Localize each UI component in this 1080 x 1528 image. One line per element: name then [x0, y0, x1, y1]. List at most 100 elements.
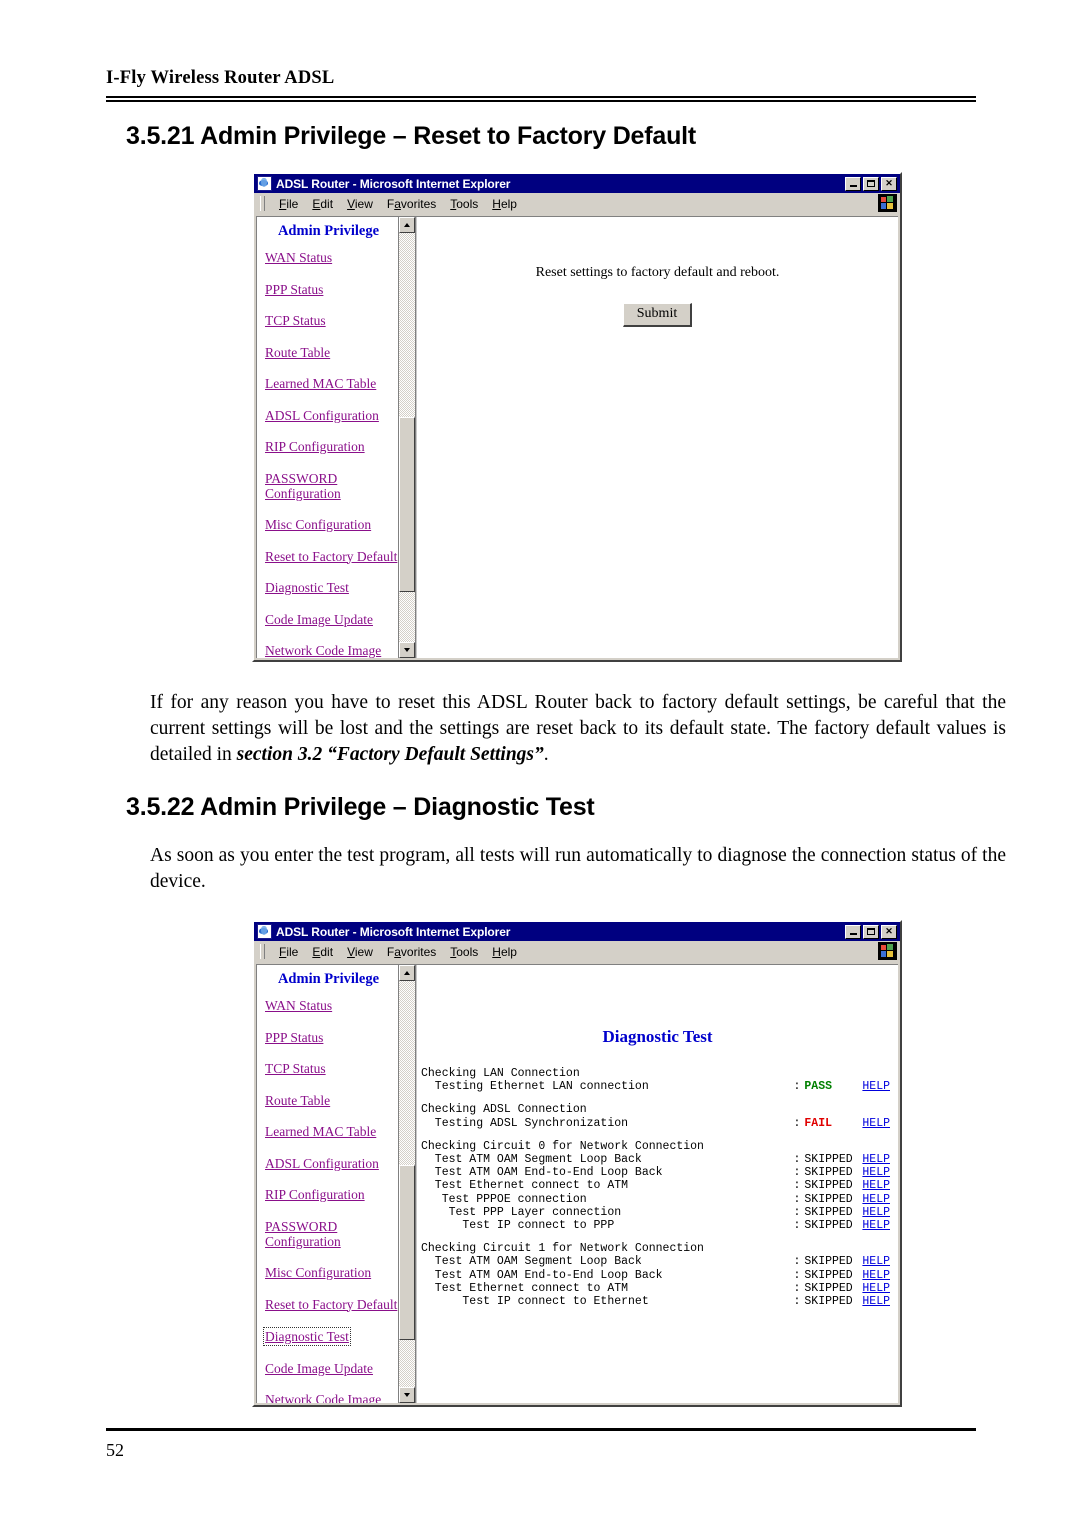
help-link[interactable]: HELP	[862, 1295, 890, 1308]
window-title: ADSL Router - Microsoft Internet Explore…	[276, 176, 511, 191]
sidebar-item-wan-status[interactable]: WAN Status	[265, 998, 398, 1013]
document-page: I-Fly Wireless Router ADSL 3.5.21 Admin …	[0, 0, 1080, 1528]
sidebar-item-network-code-image[interactable]: Network Code Image	[265, 1392, 398, 1403]
paragraph-reset-emphasis: section 3.2 “Factory Default Settings”	[236, 744, 544, 765]
log-row-result: SKIPPED	[804, 1153, 853, 1167]
log-row-result: SKIPPED	[804, 1268, 853, 1282]
scroll-up-arrow-icon[interactable]	[399, 217, 415, 233]
help-link[interactable]: HELP	[862, 1269, 890, 1282]
log-row-result: PASS	[804, 1080, 832, 1094]
section-heading-diagnostic: 3.5.22 Admin Privilege – Diagnostic Test	[126, 793, 595, 821]
nav-frame: Admin Privilege WAN Status PPP Status TC…	[257, 965, 398, 1403]
sidebar-item-network-code-image[interactable]: Network Code Image	[265, 643, 398, 658]
running-head: I-Fly Wireless Router ADSL	[106, 68, 335, 88]
sidebar-item-adsl-configuration[interactable]: ADSL Configuration	[265, 408, 398, 423]
log-row-result: SKIPPED	[804, 1192, 853, 1206]
section-heading-reset: 3.5.21 Admin Privilege – Reset to Factor…	[126, 122, 697, 150]
scroll-down-arrow-icon[interactable]	[399, 1387, 415, 1403]
log-row: Test ATM OAM Segment Loop Back: SKIPPED HE…	[421, 1255, 890, 1268]
menu-item-tools[interactable]: Tools	[443, 944, 485, 960]
help-link[interactable]: HELP	[862, 1206, 890, 1219]
menu-item-help[interactable]: Help	[485, 944, 524, 960]
scrollbar-thumb[interactable]	[399, 1165, 415, 1340]
menu-item-file[interactable]: File	[272, 944, 305, 960]
log-row-result: SKIPPED	[804, 1255, 853, 1269]
sidebar-item-tcp-status[interactable]: TCP Status	[265, 1061, 398, 1076]
sidebar-item-password-configuration[interactable]: PASSWORD Configuration	[265, 471, 370, 501]
sidebar-item-misc-configuration[interactable]: Misc Configuration	[265, 517, 398, 532]
sidebar-item-code-image-update[interactable]: Code Image Update	[265, 612, 398, 627]
help-link[interactable]: HELP	[862, 1255, 890, 1268]
paragraph-reset: If for any reason you have to reset this…	[150, 690, 1006, 768]
help-link[interactable]: HELP	[862, 1117, 890, 1130]
help-link[interactable]: HELP	[862, 1080, 890, 1093]
sidebar-item-adsl-configuration[interactable]: ADSL Configuration	[265, 1156, 398, 1171]
menu-item-view[interactable]: View	[340, 944, 380, 960]
minimize-button[interactable]	[845, 924, 861, 939]
sidebar-item-route-table[interactable]: Route Table	[265, 345, 398, 360]
sidebar-item-diagnostic-test[interactable]: Diagnostic Test	[263, 1327, 351, 1346]
menu-item-edit[interactable]: Edit	[305, 944, 340, 960]
nav-title: Admin Privilege	[277, 223, 380, 239]
help-link[interactable]: HELP	[862, 1153, 890, 1166]
sidebar-item-code-image-update[interactable]: Code Image Update	[265, 1361, 398, 1376]
help-link[interactable]: HELP	[862, 1282, 890, 1295]
sidebar-item-ppp-status[interactable]: PPP Status	[265, 1030, 398, 1045]
close-icon[interactable]	[881, 924, 897, 939]
help-link[interactable]: HELP	[862, 1166, 890, 1179]
log-group: Checking ADSL Connection Testing ADSL Sy…	[421, 1103, 890, 1129]
sidebar-item-learned-mac-table[interactable]: Learned MAC Table	[265, 376, 398, 391]
menu-item-favorites[interactable]: Favorites	[380, 196, 443, 212]
scroll-up-arrow-icon[interactable]	[399, 965, 415, 981]
sidebar-item-rip-configuration[interactable]: RIP Configuration	[265, 439, 398, 454]
log-row: Testing Ethernet LAN connection: PASS HELP	[421, 1080, 890, 1093]
log-row-result: SKIPPED	[804, 1179, 853, 1193]
sidebar-item-wan-status[interactable]: WAN Status	[265, 250, 398, 265]
help-link[interactable]: HELP	[862, 1179, 890, 1192]
log-row-colon: :	[793, 1116, 801, 1130]
sidebar-item-reset-to-factory-default[interactable]: Reset to Factory Default	[265, 549, 398, 564]
log-row-colon: :	[793, 1205, 801, 1219]
help-link[interactable]: HELP	[862, 1219, 890, 1232]
scroll-down-arrow-icon[interactable]	[399, 642, 415, 658]
restore-button[interactable]	[863, 924, 879, 939]
menu-item-favorites[interactable]: Favorites	[380, 944, 443, 960]
paragraph-reset-tail: .	[543, 744, 549, 765]
content-frame-diagnostic: Diagnostic Test Checking LAN Connection …	[416, 965, 898, 1403]
log-group: Checking Circuit 0 for Network Connectio…	[421, 1140, 890, 1232]
menu-grip[interactable]	[260, 196, 265, 211]
menu-item-help[interactable]: Help	[485, 196, 524, 212]
log-row-label: Testing Ethernet LAN connection	[421, 1080, 649, 1094]
sidebar-item-password-configuration[interactable]: PASSWORD Configuration	[265, 1219, 370, 1249]
menu-item-view[interactable]: View	[340, 196, 380, 212]
log-row-result: SKIPPED	[804, 1205, 853, 1219]
sidebar-item-reset-to-factory-default[interactable]: Reset to Factory Default	[265, 1297, 398, 1312]
help-link[interactable]: HELP	[862, 1193, 890, 1206]
nav-frame-scrollbar[interactable]	[398, 217, 416, 658]
log-row-colon: :	[793, 1295, 801, 1309]
sidebar-item-tcp-status[interactable]: TCP Status	[265, 313, 398, 328]
menu-item-tools[interactable]: Tools	[443, 196, 485, 212]
content-frame-reset: Reset settings to factory default and re…	[416, 217, 898, 658]
close-icon[interactable]	[881, 176, 897, 191]
menu-item-edit[interactable]: Edit	[305, 196, 340, 212]
log-row-result: SKIPPED	[804, 1219, 853, 1233]
menu-grip[interactable]	[260, 944, 265, 959]
sidebar-item-ppp-status[interactable]: PPP Status	[265, 282, 398, 297]
log-row-label: Test PPPOE connection	[421, 1192, 587, 1206]
minimize-button[interactable]	[845, 176, 861, 191]
sidebar-item-misc-configuration[interactable]: Misc Configuration	[265, 1265, 398, 1280]
log-row-colon: :	[793, 1268, 801, 1282]
sidebar-item-route-table[interactable]: Route Table	[265, 1093, 398, 1108]
submit-button[interactable]: Submit	[622, 303, 693, 327]
log-row-colon: :	[793, 1080, 801, 1094]
diagnostic-log: Checking LAN Connection Testing Ethernet…	[421, 1067, 898, 1308]
paragraph-diagnostic: As soon as you enter the test program, a…	[150, 845, 1006, 892]
sidebar-item-rip-configuration[interactable]: RIP Configuration	[265, 1187, 398, 1202]
sidebar-item-diagnostic-test[interactable]: Diagnostic Test	[265, 580, 398, 595]
scrollbar-thumb[interactable]	[399, 417, 415, 592]
restore-button[interactable]	[863, 176, 879, 191]
menu-item-file[interactable]: File	[272, 196, 305, 212]
sidebar-item-learned-mac-table[interactable]: Learned MAC Table	[265, 1124, 398, 1139]
nav-frame-scrollbar[interactable]	[398, 965, 416, 1403]
